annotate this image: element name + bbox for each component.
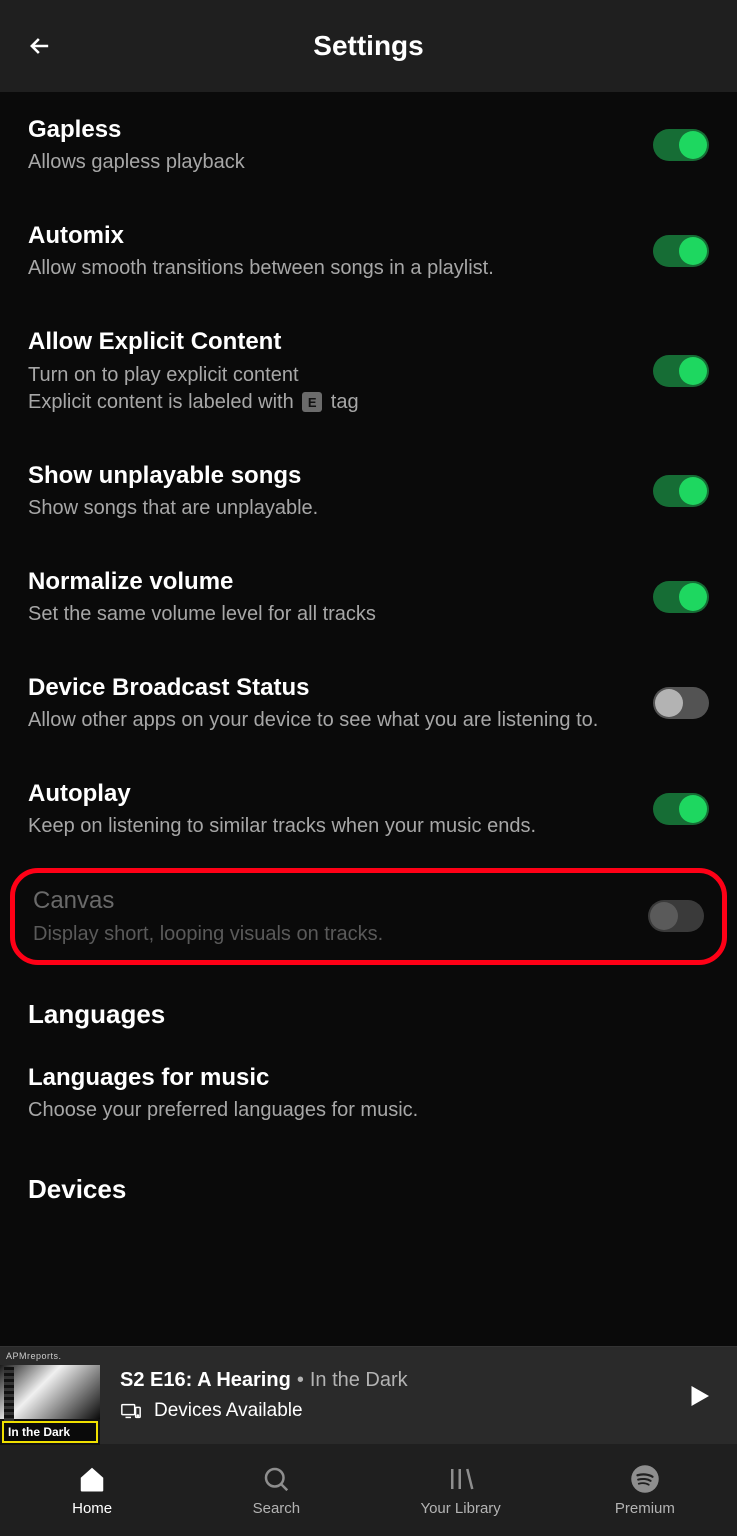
setting-desc-automix: Allow smooth transitions between songs i… (28, 255, 633, 282)
setting-title-autoplay: Autoplay (28, 778, 633, 809)
now-playing-artwork: APMreports. In the Dark (0, 1347, 100, 1445)
setting-row-normalize[interactable]: Normalize volume Set the same volume leve… (28, 544, 709, 650)
setting-title-explicit: Allow Explicit Content (28, 326, 633, 357)
setting-row-explicit[interactable]: Allow Explicit Content Turn on to play ex… (28, 304, 709, 437)
setting-desc-normalize: Set the same volume level for all tracks (28, 601, 633, 628)
devices-available[interactable]: Devices Available (120, 1400, 681, 1422)
home-icon (77, 1464, 107, 1494)
setting-row-broadcast[interactable]: Device Broadcast Status Allow other apps … (28, 650, 709, 756)
play-button[interactable] (681, 1378, 717, 1414)
toggle-unplayable[interactable] (653, 475, 709, 507)
section-languages: Languages (28, 971, 709, 1040)
tab-search[interactable]: Search (184, 1444, 368, 1536)
languages-for-music-title: Languages for music (28, 1062, 689, 1093)
toggle-gapless[interactable] (653, 129, 709, 161)
languages-for-music-row[interactable]: Languages for music Choose your preferre… (28, 1040, 709, 1146)
setting-desc-autoplay: Keep on listening to similar tracks when… (28, 813, 633, 840)
setting-row-gapless[interactable]: Gapless Allows gapless playback (28, 92, 709, 198)
setting-row-autoplay[interactable]: Autoplay Keep on listening to similar tra… (28, 756, 709, 862)
library-icon (446, 1464, 476, 1494)
now-playing-subtitle: In the Dark (310, 1369, 408, 1392)
setting-title-broadcast: Device Broadcast Status (28, 672, 633, 703)
setting-desc-unplayable: Show songs that are unplayable. (28, 495, 633, 522)
setting-title-gapless: Gapless (28, 114, 633, 145)
setting-desc-broadcast: Allow other apps on your device to see w… (28, 707, 633, 734)
setting-title-canvas: Canvas (33, 885, 628, 916)
back-arrow-icon (26, 32, 54, 60)
setting-row-unplayable[interactable]: Show unplayable songs Show songs that are… (28, 438, 709, 544)
now-playing-bar[interactable]: APMreports. In the Dark S2 E16: A Hearin… (0, 1346, 737, 1444)
setting-row-canvas[interactable]: Canvas Display short, looping visuals on … (33, 885, 704, 947)
section-devices: Devices (28, 1146, 709, 1215)
setting-desc-canvas: Display short, looping visuals on tracks… (33, 921, 628, 948)
setting-row-automix[interactable]: Automix Allow smooth transitions between … (28, 198, 709, 304)
setting-desc-gapless: Allows gapless playback (28, 149, 633, 176)
toggle-explicit[interactable] (653, 355, 709, 387)
tab-bar: Home Search Your Library Premium (0, 1444, 737, 1536)
tab-library[interactable]: Your Library (369, 1444, 553, 1536)
toggle-normalize[interactable] (653, 581, 709, 613)
tab-home[interactable]: Home (0, 1444, 184, 1536)
setting-title-automix: Automix (28, 220, 633, 251)
setting-title-normalize: Normalize volume (28, 566, 633, 597)
back-button[interactable] (18, 24, 62, 68)
tab-premium[interactable]: Premium (553, 1444, 737, 1536)
toggle-automix[interactable] (653, 235, 709, 267)
settings-header: Settings (0, 0, 737, 92)
now-playing-title: S2 E16: A Hearing (120, 1369, 291, 1392)
page-title: Settings (0, 30, 737, 62)
setting-title-unplayable: Show unplayable songs (28, 460, 633, 491)
setting-desc-explicit: Turn on to play explicit content Explici… (28, 362, 633, 416)
toggle-autoplay[interactable] (653, 793, 709, 825)
search-icon (261, 1464, 291, 1494)
explicit-tag-icon: E (302, 392, 322, 412)
spotify-icon (630, 1464, 660, 1494)
settings-list: Gapless Allows gapless playback Automix All… (0, 92, 737, 1346)
devices-icon (120, 1400, 142, 1422)
now-playing-info: S2 E16: A Hearing • In the Dark Devices … (100, 1369, 681, 1422)
languages-for-music-desc: Choose your preferred languages for musi… (28, 1097, 689, 1124)
play-icon (684, 1381, 714, 1411)
toggle-canvas (648, 900, 704, 932)
toggle-broadcast[interactable] (653, 687, 709, 719)
